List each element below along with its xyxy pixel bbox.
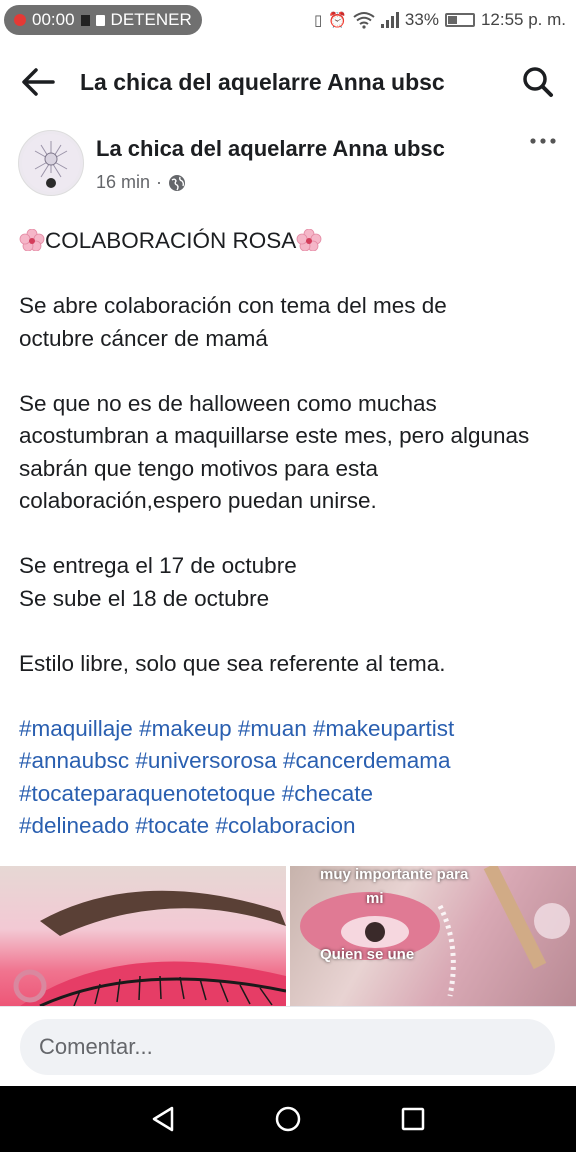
recording-time: 00:00 <box>32 10 75 29</box>
page-title: La chica del aquelarre Anna ubsc <box>80 68 445 95</box>
back-button[interactable] <box>18 62 58 102</box>
hashtag-link[interactable]: #universorosa <box>135 748 276 773</box>
hashtag-link[interactable]: #colaboracion <box>215 813 355 838</box>
signal-icon <box>380 12 399 28</box>
status-icons: ▯ ⏰ 33% 12:55 p. m. <box>314 10 566 30</box>
search-icon <box>523 67 553 97</box>
triangle-back-icon <box>152 1106 173 1132</box>
hashtag-line-4: #delineado #tocate #colaboracion <box>19 810 559 843</box>
hashtag-line-3: #tocateparaquenotetoque #checate <box>19 778 559 811</box>
post-delivery-line: Se entrega el 17 de octubre <box>19 553 297 578</box>
post-title-text: COLABORACIÓN ROSA <box>45 228 297 253</box>
comment-input[interactable]: Comentar... <box>20 1019 555 1075</box>
more-dots-icon <box>530 138 556 144</box>
stop-recording-label: DETENER <box>110 10 192 29</box>
nav-home-button[interactable] <box>268 1099 308 1139</box>
stop-square-icon <box>95 14 105 26</box>
comment-bar: Comentar... <box>0 1006 576 1086</box>
pause-square-icon <box>80 14 90 26</box>
hashtag-link[interactable]: #delineado <box>19 813 129 838</box>
nav-recents-button[interactable] <box>393 1099 433 1139</box>
post-paragraph-2: Se que no es de halloween como muchas ac… <box>19 390 530 514</box>
clock: 12:55 p. m. <box>480 10 566 29</box>
image-caption-1: muy importante para <box>320 866 469 883</box>
search-button[interactable] <box>518 62 558 102</box>
author-block: La chica del aquelarre Anna ubsc 16 min … <box>96 130 528 193</box>
post-text: COLABORACIÓN ROSA Se abre colaboración c… <box>19 225 559 843</box>
post-images: muy importante para mi Quien se une <box>0 866 576 1006</box>
back-arrow-icon <box>22 68 55 96</box>
post-style-line: Estilo libre, solo que sea referente al … <box>19 650 446 676</box>
record-dot-icon <box>14 14 26 26</box>
image-caption-2: mi <box>366 890 384 907</box>
cherry-blossom-icon <box>19 229 45 251</box>
battery-icon <box>444 13 475 27</box>
image-caption-3: Quien se une <box>320 946 415 963</box>
post-image-eye-makeup[interactable] <box>0 866 286 1006</box>
wifi-icon <box>353 12 375 29</box>
hashtag-link[interactable]: #tocateparaquenotetoque <box>19 781 275 806</box>
hashtag-link[interactable]: #annaubsc <box>19 748 129 773</box>
more-options-button[interactable] <box>528 130 558 160</box>
vibrate-icon: ▯ <box>313 12 323 29</box>
hashtag-link[interactable]: #maquillaje <box>19 716 133 741</box>
post-author[interactable]: La chica del aquelarre Anna ubsc <box>96 136 528 162</box>
status-bar: 00:00 DETENER ▯ ⏰ 33% 12:55 p. m. <box>0 0 576 40</box>
hashtag-link[interactable]: #makeup <box>139 716 232 741</box>
hashtag-line-2: #annaubsc #universorosa #cancerdemama <box>19 745 559 778</box>
post-header: La chica del aquelarre Anna ubsc 16 min … <box>18 130 558 204</box>
hashtag-link[interactable]: #makeupartist <box>313 716 454 741</box>
nav-back-button[interactable] <box>143 1099 183 1139</box>
hashtag-link[interactable]: #checate <box>282 781 373 806</box>
alarm-icon: ⏰ <box>328 12 347 29</box>
post-title-line: COLABORACIÓN ROSA <box>19 225 559 258</box>
hashtag-line-1: #maquillaje #makeup #muan #makeupartist <box>19 713 559 746</box>
avatar-illustration-icon <box>22 134 80 192</box>
circle-home-icon <box>275 1106 301 1132</box>
avatar[interactable] <box>18 130 84 196</box>
post-time[interactable]: 16 min <box>96 172 150 193</box>
cherry-blossom-icon <box>296 229 322 251</box>
hashtag-link[interactable]: #muan <box>238 716 307 741</box>
page-header: La chica del aquelarre Anna ubsc <box>0 40 576 124</box>
post-upload-line: Se sube el 18 de octubre <box>19 585 270 611</box>
square-recents-icon <box>402 1107 425 1131</box>
system-nav-bar <box>0 1086 576 1152</box>
globe-icon <box>169 174 186 191</box>
post-meta: 16 min · <box>96 172 528 193</box>
screen-recording-pill[interactable]: 00:00 DETENER <box>4 5 202 35</box>
hashtag-link[interactable]: #tocate <box>135 813 209 838</box>
pink-look-illustration <box>300 866 570 997</box>
dot-separator: · <box>156 172 163 192</box>
battery-percent: 33% <box>404 10 439 29</box>
post-image-pink-look[interactable]: muy importante para mi Quien se une <box>290 866 576 1006</box>
post-paragraph-1: Se abre colaboración con tema del mes de… <box>19 293 447 351</box>
hashtag-link[interactable]: #cancerdemama <box>283 748 451 773</box>
eye-makeup-illustration <box>13 890 286 1006</box>
